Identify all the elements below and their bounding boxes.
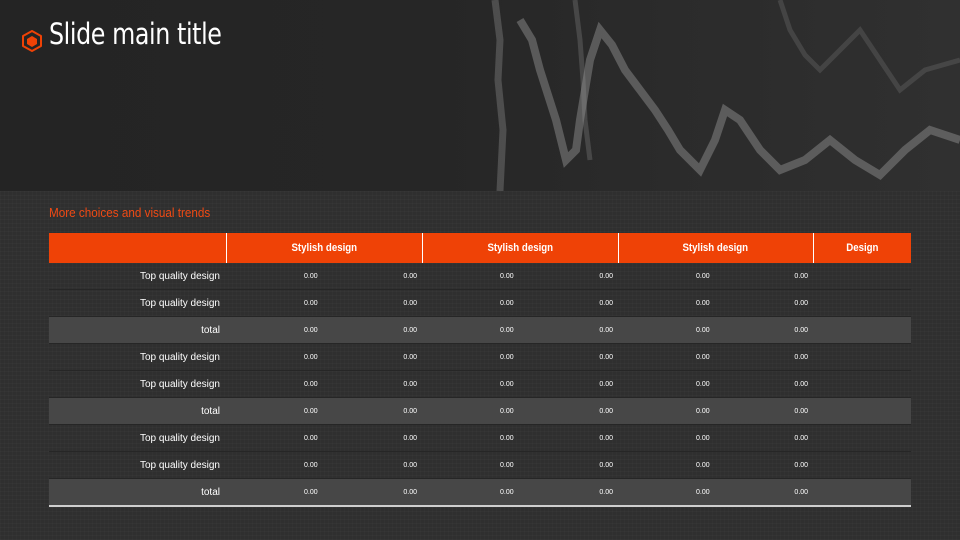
value-cell: 0.00 xyxy=(716,343,814,371)
value-cell: 0.00 xyxy=(520,316,619,344)
row-label: total xyxy=(49,478,226,507)
value-cell: 0.00 xyxy=(716,263,814,290)
value-cell: 0.00 xyxy=(422,424,521,452)
value-cell: 0.00 xyxy=(422,451,521,479)
table-row: Top quality design 0.00 0.00 0.00 0.00 0.00 0.… xyxy=(49,263,912,290)
table-row-total: total 0.00 0.00 0.00 0.00 0.00 0.00 xyxy=(49,316,912,344)
design-cell xyxy=(813,424,912,452)
header-text: Stylish design xyxy=(291,242,357,254)
value-cell: 0.00 xyxy=(226,478,324,507)
value-cell: 0.00 xyxy=(324,343,423,371)
value-cell: 0.00 xyxy=(324,370,423,398)
value-cell: 0.00 xyxy=(618,263,717,290)
row-label: total xyxy=(49,397,226,425)
slide: Slide main title More choices and visual… xyxy=(0,0,960,540)
value-cell: 0.00 xyxy=(422,316,521,344)
value-cell: 0.00 xyxy=(520,451,619,479)
header-cell-label xyxy=(49,233,226,263)
data-table: Stylish design Stylish design Stylish de… xyxy=(49,233,912,507)
value-cell: 0.00 xyxy=(422,478,521,507)
design-cell xyxy=(813,478,912,507)
slide-subtitle: More choices and visual trends xyxy=(49,205,211,220)
design-cell xyxy=(813,263,912,290)
value-cell: 0.00 xyxy=(324,289,423,317)
value-cell: 0.00 xyxy=(716,424,814,452)
value-cell: 0.00 xyxy=(716,451,814,479)
value-cell: 0.00 xyxy=(422,397,521,425)
value-cell: 0.00 xyxy=(618,451,717,479)
value-cell: 0.00 xyxy=(226,451,324,479)
table-row: Top quality design 0.00 0.00 0.00 0.00 0.00 0.… xyxy=(49,343,912,371)
row-label: Top quality design xyxy=(49,343,226,371)
value-cell: 0.00 xyxy=(618,370,717,398)
value-cell: 0.00 xyxy=(520,343,619,371)
table-row: Top quality design 0.00 0.00 0.00 0.00 0.00 0.… xyxy=(49,370,912,398)
value-cell: 0.00 xyxy=(324,263,423,290)
row-label: Top quality design xyxy=(49,424,226,452)
header-cell-stylish-design-1: Stylish design xyxy=(225,233,423,263)
value-cell: 0.00 xyxy=(324,478,423,507)
value-cell: 0.00 xyxy=(618,343,717,371)
value-cell: 0.00 xyxy=(520,478,619,507)
table-row: Top quality design 0.00 0.00 0.00 0.00 0.00 0.… xyxy=(49,451,912,479)
design-cell xyxy=(813,451,912,479)
value-cell: 0.00 xyxy=(422,263,521,290)
header-cell-stylish-design-3: Stylish design xyxy=(617,233,814,263)
value-cell: 0.00 xyxy=(226,289,324,317)
value-cell: 0.00 xyxy=(422,289,521,317)
header-text: Design xyxy=(846,242,879,254)
table-header: Stylish design Stylish design Stylish de… xyxy=(49,233,912,263)
design-cell xyxy=(813,397,912,425)
design-cell xyxy=(813,316,912,344)
row-label: Top quality design xyxy=(49,370,226,398)
header-text: Stylish design xyxy=(487,242,553,254)
value-cell: 0.00 xyxy=(618,424,717,452)
value-cell: 0.00 xyxy=(226,397,324,425)
value-cell: 0.00 xyxy=(422,343,521,371)
value-cell: 0.00 xyxy=(520,263,619,290)
row-label: total xyxy=(49,316,226,344)
cube-icon xyxy=(22,30,42,52)
value-cell: 0.00 xyxy=(226,370,324,398)
value-cell: 0.00 xyxy=(716,370,814,398)
value-cell: 0.00 xyxy=(716,397,814,425)
value-cell: 0.00 xyxy=(226,263,324,290)
value-cell: 0.00 xyxy=(618,397,717,425)
value-cell: 0.00 xyxy=(520,370,619,398)
value-cell: 0.00 xyxy=(716,478,814,507)
row-label: Top quality design xyxy=(49,451,226,479)
value-cell: 0.00 xyxy=(716,316,814,344)
table-body: Top quality design 0.00 0.00 0.00 0.00 0.00 0.… xyxy=(49,263,912,507)
design-cell xyxy=(813,343,912,371)
value-cell: 0.00 xyxy=(324,451,423,479)
table-row-total: total 0.00 0.00 0.00 0.00 0.00 0.00 xyxy=(49,397,912,425)
value-cell: 0.00 xyxy=(618,478,717,507)
design-cell xyxy=(813,289,912,317)
value-cell: 0.00 xyxy=(226,343,324,371)
design-cell xyxy=(813,370,912,398)
value-cell: 0.00 xyxy=(618,316,717,344)
header-text: Stylish design xyxy=(682,242,749,254)
value-cell: 0.00 xyxy=(324,397,423,425)
table-row: Top quality design 0.00 0.00 0.00 0.00 0.00 0.… xyxy=(49,289,912,317)
value-cell: 0.00 xyxy=(520,397,619,425)
row-label: Top quality design xyxy=(49,289,226,317)
header-cell-design: Design xyxy=(812,233,912,263)
table-row-total: total 0.00 0.00 0.00 0.00 0.00 0.00 xyxy=(49,478,912,507)
value-cell: 0.00 xyxy=(324,316,423,344)
row-label: Top quality design xyxy=(49,263,226,290)
value-cell: 0.00 xyxy=(520,424,619,452)
slide-title: Slide main title xyxy=(49,17,222,51)
table-row: Top quality design 0.00 0.00 0.00 0.00 0.00 0.… xyxy=(49,424,912,452)
table-header-row: Stylish design Stylish design Stylish de… xyxy=(49,233,912,263)
value-cell: 0.00 xyxy=(422,370,521,398)
value-cell: 0.00 xyxy=(618,289,717,317)
value-cell: 0.00 xyxy=(716,289,814,317)
value-cell: 0.00 xyxy=(226,316,324,344)
header-cell-stylish-design-2: Stylish design xyxy=(421,233,619,263)
value-cell: 0.00 xyxy=(324,424,423,452)
value-cell: 0.00 xyxy=(226,424,324,452)
value-cell: 0.00 xyxy=(520,289,619,317)
